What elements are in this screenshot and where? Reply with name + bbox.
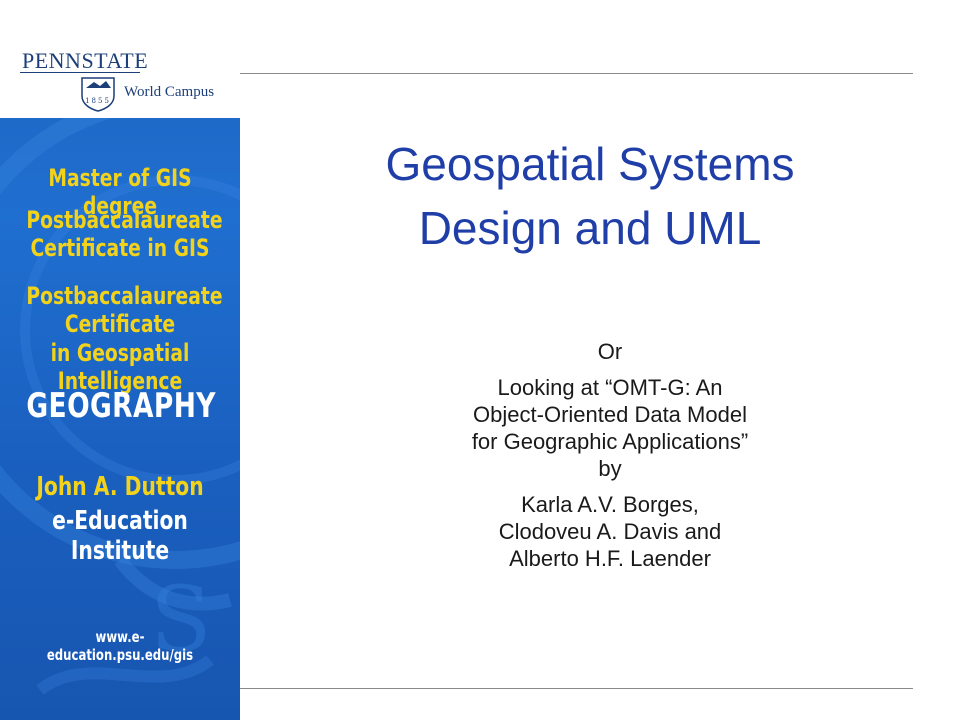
program-url: www.e-education.psu.edu/gis [46,628,194,664]
logo-years: 1855 [85,97,111,105]
title-line: Geospatial Systems [385,138,795,190]
logo-unit: World Campus [124,84,215,100]
logo-name: PENNSTATE [22,48,149,73]
program-certificate-geoint: Postbaccalaureate Certificate in Geospat… [26,282,223,395]
subtitle-line: for Geographic Applications” [471,429,749,454]
author-line: Karla A.V. Borges, [521,492,699,517]
department-name: GEOGRAPHY [26,386,216,426]
subtitle-line: Object-Oriented Data Model [473,402,747,427]
slide-title: Geospatial Systems Design and UML [290,132,890,260]
top-divider [240,73,913,74]
program-certificate-gis: Postbaccalaureate Certificate in GIS [26,206,223,263]
logo-divider [20,72,140,73]
program-line: Certificate in GIS [30,234,210,263]
sidebar-panel: S PENNSTATE 1855 World Campus Master of … [0,0,240,720]
institute-name-line1: John A. Dutton [36,472,204,502]
author-line: Clodoveu A. Davis and [498,519,722,544]
penn-state-logo: PENNSTATE 1855 World Campus [0,0,240,118]
subtitle-line: Looking at “OMT-G: An [497,375,723,400]
bottom-divider [240,688,913,689]
program-line: Postbaccalaureate Certificate [26,282,223,339]
subtitle-line: Or [597,339,623,364]
subtitle-line: by [598,456,622,481]
program-line: Postbaccalaureate [26,206,223,234]
institute-name-line2: e-Education Institute [52,506,188,566]
shield-icon: 1855 [81,77,115,112]
author-line: Alberto H.F. Laender [509,546,711,571]
slide-subtitle: Or Looking at “OMT-G: An Object-Oriented… [420,338,800,572]
title-line: Design and UML [418,202,762,254]
